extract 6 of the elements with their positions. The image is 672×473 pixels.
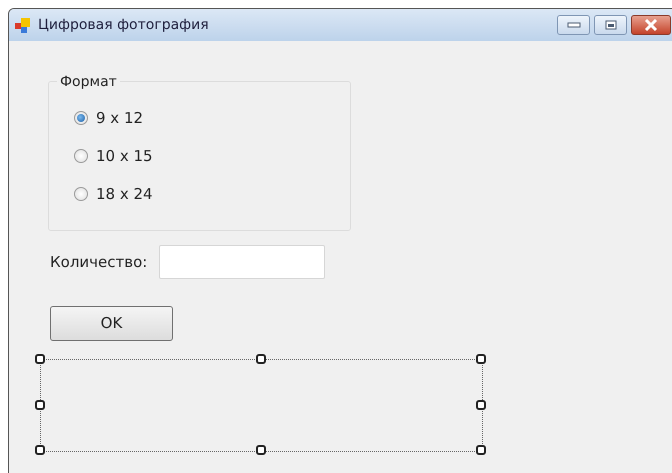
quantity-label: Количество: [50, 252, 148, 273]
radio-label: 18 x 24 [96, 184, 153, 205]
window-title: Цифровая фотография [38, 16, 209, 34]
radio-label: 10 x 15 [96, 146, 153, 167]
radio-label: 9 x 12 [96, 108, 144, 129]
ok-button[interactable]: OK [50, 306, 173, 341]
